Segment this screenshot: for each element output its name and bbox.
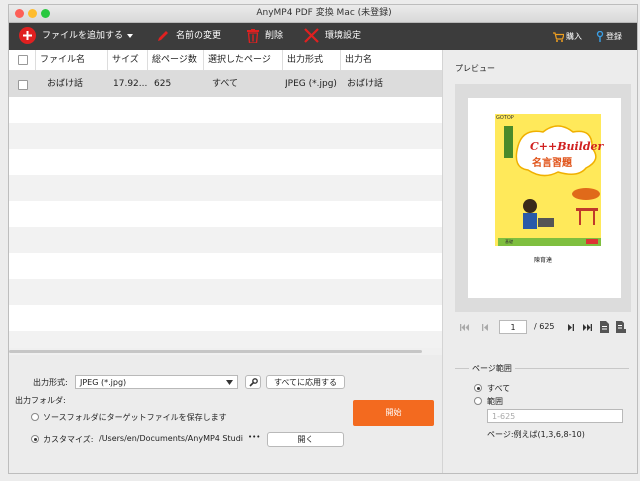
- dropdown-arrow-icon: [126, 33, 133, 38]
- column-header-output-name[interactable]: 出力名: [340, 50, 442, 70]
- page-range-all-radio[interactable]: [474, 384, 482, 392]
- empty-row: [9, 227, 442, 253]
- cell-pages: 625: [154, 79, 172, 89]
- page-range-input[interactable]: 1-625: [487, 409, 623, 423]
- empty-row: [9, 149, 442, 175]
- custom-folder-label: カスタマイズ:: [43, 435, 94, 444]
- add-file-label: ファイルを追加する: [42, 31, 124, 41]
- register-label: 登録: [606, 32, 622, 41]
- previous-page-icon[interactable]: [482, 324, 488, 331]
- buy-button[interactable]: 購入: [553, 23, 582, 50]
- empty-row: [9, 97, 442, 123]
- page-range-custom-radio[interactable]: [474, 397, 482, 405]
- custom-path-field[interactable]: /Users/en/Documents/AnyMP4 Studi: [99, 434, 245, 443]
- register-button[interactable]: 登録: [596, 23, 622, 50]
- cover-small-label: 基礎: [505, 239, 513, 244]
- pencil-icon: [158, 30, 168, 41]
- preview-panel: プレビュー GOTOP C++Builder 名言習題 基礎 陳育達 1 / 6…: [442, 50, 637, 473]
- empty-row: [9, 123, 442, 149]
- select-arrow-icon: [226, 380, 233, 385]
- page-range-custom-label: 範囲: [487, 397, 503, 406]
- rename-label: 名前の変更: [176, 31, 222, 41]
- page-range-legend: ページ範囲: [469, 363, 515, 374]
- cover-author: 陳育達: [534, 257, 553, 264]
- cover-title: C++Builder: [530, 140, 604, 153]
- preview-page: GOTOP C++Builder 名言習題 基礎 陳育達: [468, 98, 621, 298]
- close-window-button[interactable]: [15, 9, 24, 18]
- window-title: AnyMP4 PDF 変換 Mac (未登録): [256, 8, 392, 18]
- table-row[interactable]: おばけ話 17.92... 625 すべて JPEG (*.jpg) おばけ話: [9, 71, 442, 97]
- delete-button[interactable]: 削除: [247, 23, 283, 50]
- preview-title: プレビュー: [455, 64, 495, 73]
- add-file-button[interactable]: ファイルを追加する: [19, 23, 133, 50]
- minimize-window-button[interactable]: [28, 9, 37, 18]
- source-folder-label: ソースフォルダにターゲットファイルを保存します: [43, 413, 227, 422]
- select-all-checkbox[interactable]: [18, 55, 28, 65]
- tools-icon: [304, 28, 319, 43]
- next-page-icon[interactable]: [568, 324, 574, 331]
- buy-label: 購入: [566, 32, 582, 41]
- title-bar: AnyMP4 PDF 変換 Mac (未登録): [9, 5, 637, 23]
- column-header-name[interactable]: ファイル名: [35, 50, 107, 70]
- document-list-icon[interactable]: [616, 321, 626, 333]
- empty-row: [9, 331, 442, 348]
- add-circle-icon: [19, 27, 36, 44]
- cover-publisher: GOTOP: [496, 115, 514, 121]
- cart-icon: [553, 31, 565, 42]
- zoom-window-button[interactable]: [41, 9, 50, 18]
- cell-name: おばけ話: [47, 79, 84, 89]
- format-label: 出力形式:: [33, 378, 68, 387]
- empty-row: [9, 201, 442, 227]
- wrench-icon: [248, 378, 258, 387]
- source-folder-radio[interactable]: [31, 413, 39, 421]
- column-header-selected-pages[interactable]: 選択したページ: [203, 50, 282, 70]
- document-icon[interactable]: [600, 321, 609, 333]
- first-page-icon[interactable]: [460, 324, 469, 331]
- app-window: AnyMP4 PDF 変換 Mac (未登録) ファイルを追加する 名前の変更 …: [8, 4, 638, 474]
- last-page-icon[interactable]: [583, 324, 592, 331]
- scrollbar-thumb[interactable]: [9, 350, 422, 353]
- delete-label: 削除: [265, 31, 284, 41]
- total-pages: / 625: [534, 322, 555, 331]
- preview-frame: GOTOP C++Builder 名言習題 基礎 陳育達: [455, 84, 631, 312]
- format-settings-button[interactable]: [245, 375, 261, 389]
- page-range-group: ページ範囲 すべて 範囲 1-625 ページ:例えば(1,3,6,8-10): [455, 363, 629, 469]
- trash-icon: [247, 28, 259, 43]
- cell-format[interactable]: JPEG (*.jpg): [285, 71, 337, 97]
- key-icon: [596, 30, 604, 42]
- custom-folder-radio[interactable]: [31, 435, 39, 443]
- horizontal-scrollbar[interactable]: [9, 348, 442, 355]
- cover-subtitle: 名言習題: [532, 158, 572, 169]
- page-range-example: ページ:例えば(1,3,6,8-10): [487, 430, 585, 439]
- current-page-input[interactable]: 1: [499, 320, 527, 334]
- start-button[interactable]: 開始: [353, 400, 434, 426]
- empty-row: [9, 279, 442, 305]
- toolbar: ファイルを追加する 名前の変更 削除 環境設定 購入 登録: [9, 23, 637, 50]
- page-range-all-label: すべて: [487, 384, 511, 393]
- cell-selected-pages[interactable]: すべて: [212, 71, 238, 97]
- table-header: ファイル名 サイズ 総ページ数 選択したページ 出力形式 出力名: [9, 50, 442, 71]
- column-header-format[interactable]: 出力形式: [282, 50, 340, 70]
- folder-label: 出力フォルダ:: [15, 396, 66, 405]
- column-header-pages[interactable]: 総ページ数: [147, 50, 203, 70]
- book-cover-image: [495, 114, 601, 246]
- rename-button[interactable]: 名前の変更: [156, 23, 221, 50]
- empty-row: [9, 253, 442, 279]
- settings-label: 環境設定: [325, 31, 362, 41]
- cell-output-name: おばけ話: [347, 79, 384, 89]
- settings-button[interactable]: 環境設定: [304, 23, 361, 50]
- column-header-size[interactable]: サイズ: [107, 50, 147, 70]
- empty-row: [9, 175, 442, 201]
- format-select-value: JPEG (*.jpg): [80, 378, 127, 387]
- apply-all-button[interactable]: すべてに応用する: [266, 375, 345, 389]
- cell-size: 17.92...: [113, 79, 148, 89]
- format-select[interactable]: JPEG (*.jpg): [75, 375, 238, 389]
- open-folder-button[interactable]: 開く: [267, 432, 344, 447]
- browse-button[interactable]: •••: [248, 433, 260, 441]
- row-checkbox[interactable]: [18, 80, 28, 90]
- empty-row: [9, 305, 442, 331]
